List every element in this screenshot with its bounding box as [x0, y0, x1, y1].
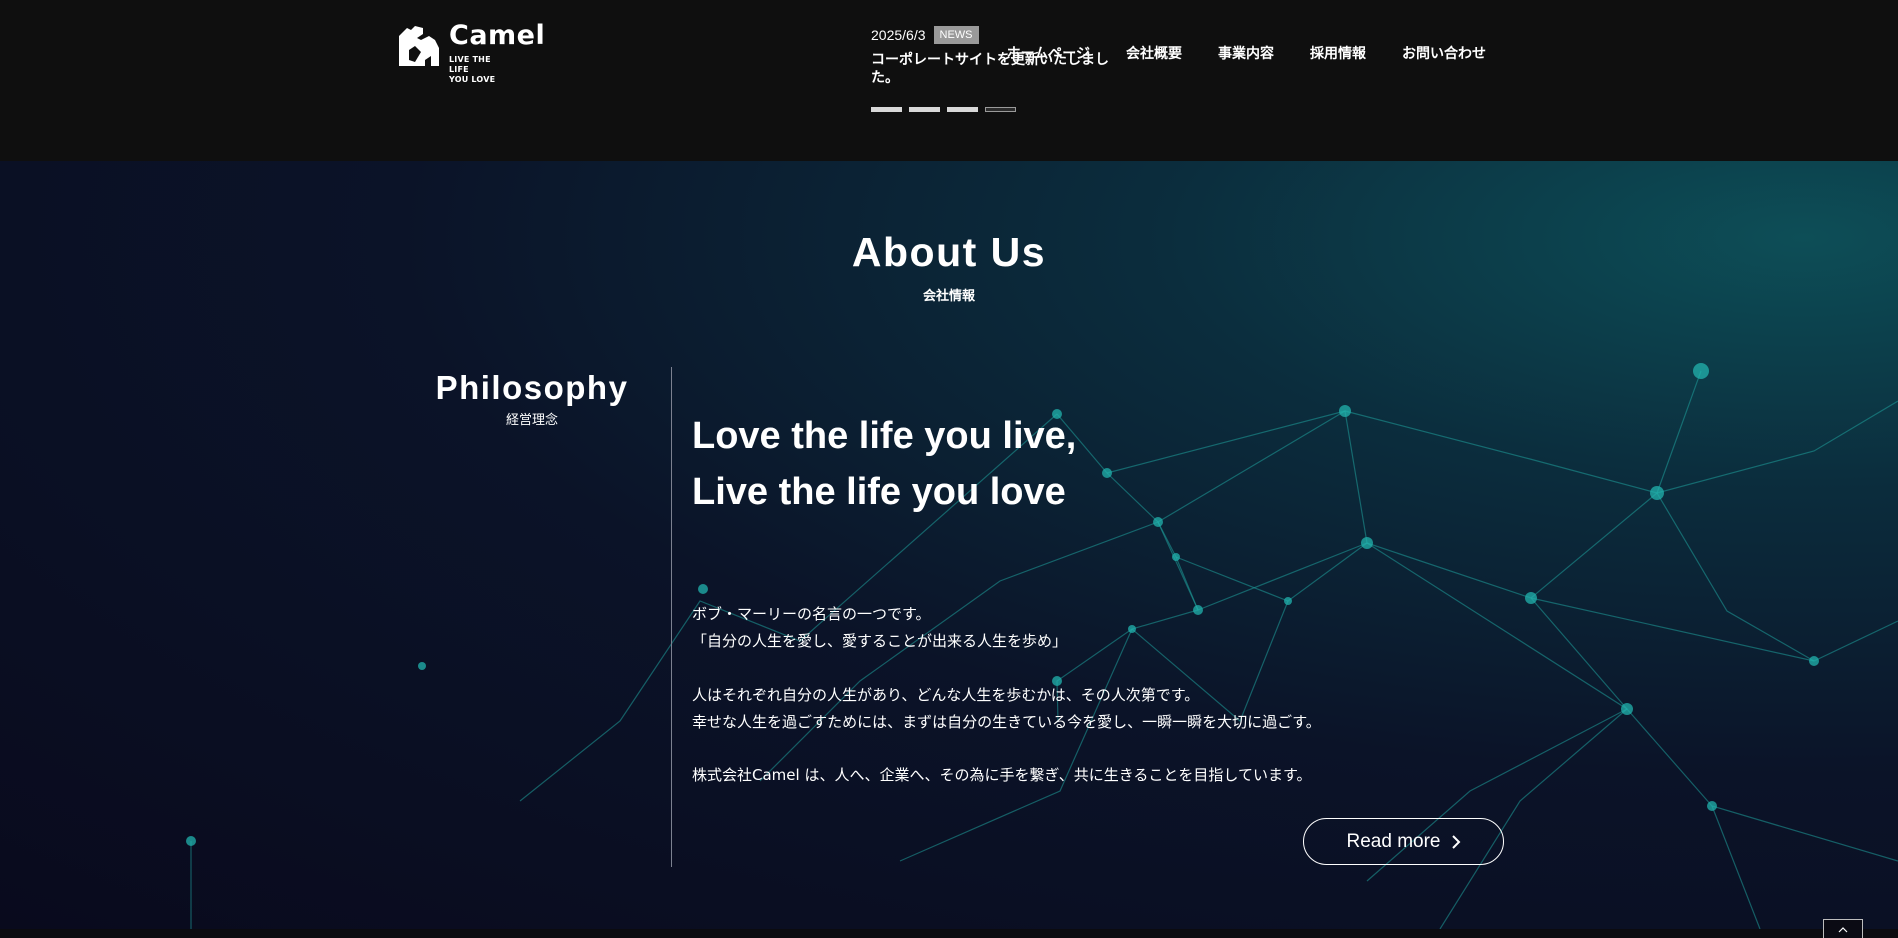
read-more-button[interactable]: Read more: [1303, 818, 1504, 865]
site-header: Camel LIVE THE LIFE YOU LOVE 2025/6/3 NE…: [0, 0, 1898, 161]
paragraph-2: 「自分の人生を愛し、愛することが出来る人生を歩め」: [692, 632, 1068, 650]
nav-item-contact[interactable]: お問い合わせ: [1402, 43, 1486, 63]
news-dot-1[interactable]: [871, 107, 902, 112]
philosophy-lead: Love the life you live, Live the life yo…: [692, 408, 1076, 520]
nav-item-recruit[interactable]: 採用情報: [1310, 43, 1366, 63]
read-more-label: Read more: [1346, 830, 1441, 852]
philosophy-heading: Philosophy 経営理念: [432, 369, 632, 428]
global-nav: ホームページ 会社概要 事業内容 採用情報 お問い合わせ: [1007, 43, 1486, 63]
brand-tagline: LIVE THE LIFE YOU LOVE: [449, 55, 496, 84]
news-pagination: [871, 107, 1016, 112]
section-title: About Us: [851, 229, 1047, 275]
section-subtitle: 会社情報: [922, 289, 975, 304]
news-date: 2025/6/3: [871, 27, 926, 43]
paragraph-4: 幸せな人生を過ごすためには、まずは自分の生きている今を愛し、一瞬一瞬を大切に過ご…: [692, 713, 1321, 731]
network-background: [186, 363, 1898, 929]
nav-item-home[interactable]: ホームページ: [1007, 43, 1090, 63]
brand-name: Camel: [449, 20, 546, 51]
logo-link[interactable]: Camel LIVE THE LIFE YOU LOVE: [395, 22, 545, 85]
lead-line-2: Live the life you love: [692, 471, 1066, 513]
paragraph-5: 株式会社Camel は、人へ、企業へ、その為に手を繋ぎ、共に生きることを目指して…: [692, 766, 1312, 784]
lead-line-1: Love the life you live,: [692, 415, 1077, 457]
news-dot-3[interactable]: [947, 107, 978, 112]
page-top-button[interactable]: [1823, 919, 1863, 938]
vertical-divider: [671, 367, 672, 867]
philosophy-title: Philosophy: [435, 369, 629, 406]
paragraph-3: 人はそれぞれ自分の人生があり、どんな人生を歩むかは、その人次第です。: [692, 686, 1200, 704]
news-badge: NEWS: [933, 26, 979, 44]
paragraph-1: ボブ・マーリーの名言の一つです。: [692, 605, 931, 623]
about-section: About Us 会社情報 Philosophy 経営理念 Love the l…: [0, 161, 1898, 929]
nav-item-business[interactable]: 事業内容: [1218, 43, 1274, 63]
news-dot-2[interactable]: [909, 107, 940, 112]
footer-strip: [0, 929, 1898, 938]
chevron-right-icon: [1451, 834, 1460, 849]
nav-item-company[interactable]: 会社概要: [1126, 43, 1182, 63]
news-dot-4[interactable]: [985, 107, 1016, 112]
chevron-up-icon: [1838, 927, 1848, 933]
philosophy-subtitle: 経営理念: [505, 413, 558, 428]
camel-icon: [399, 26, 439, 66]
philosophy-body: ボブ・マーリーの名言の一つです。 「自分の人生を愛し、愛することが出来る人生を歩…: [692, 601, 1412, 789]
